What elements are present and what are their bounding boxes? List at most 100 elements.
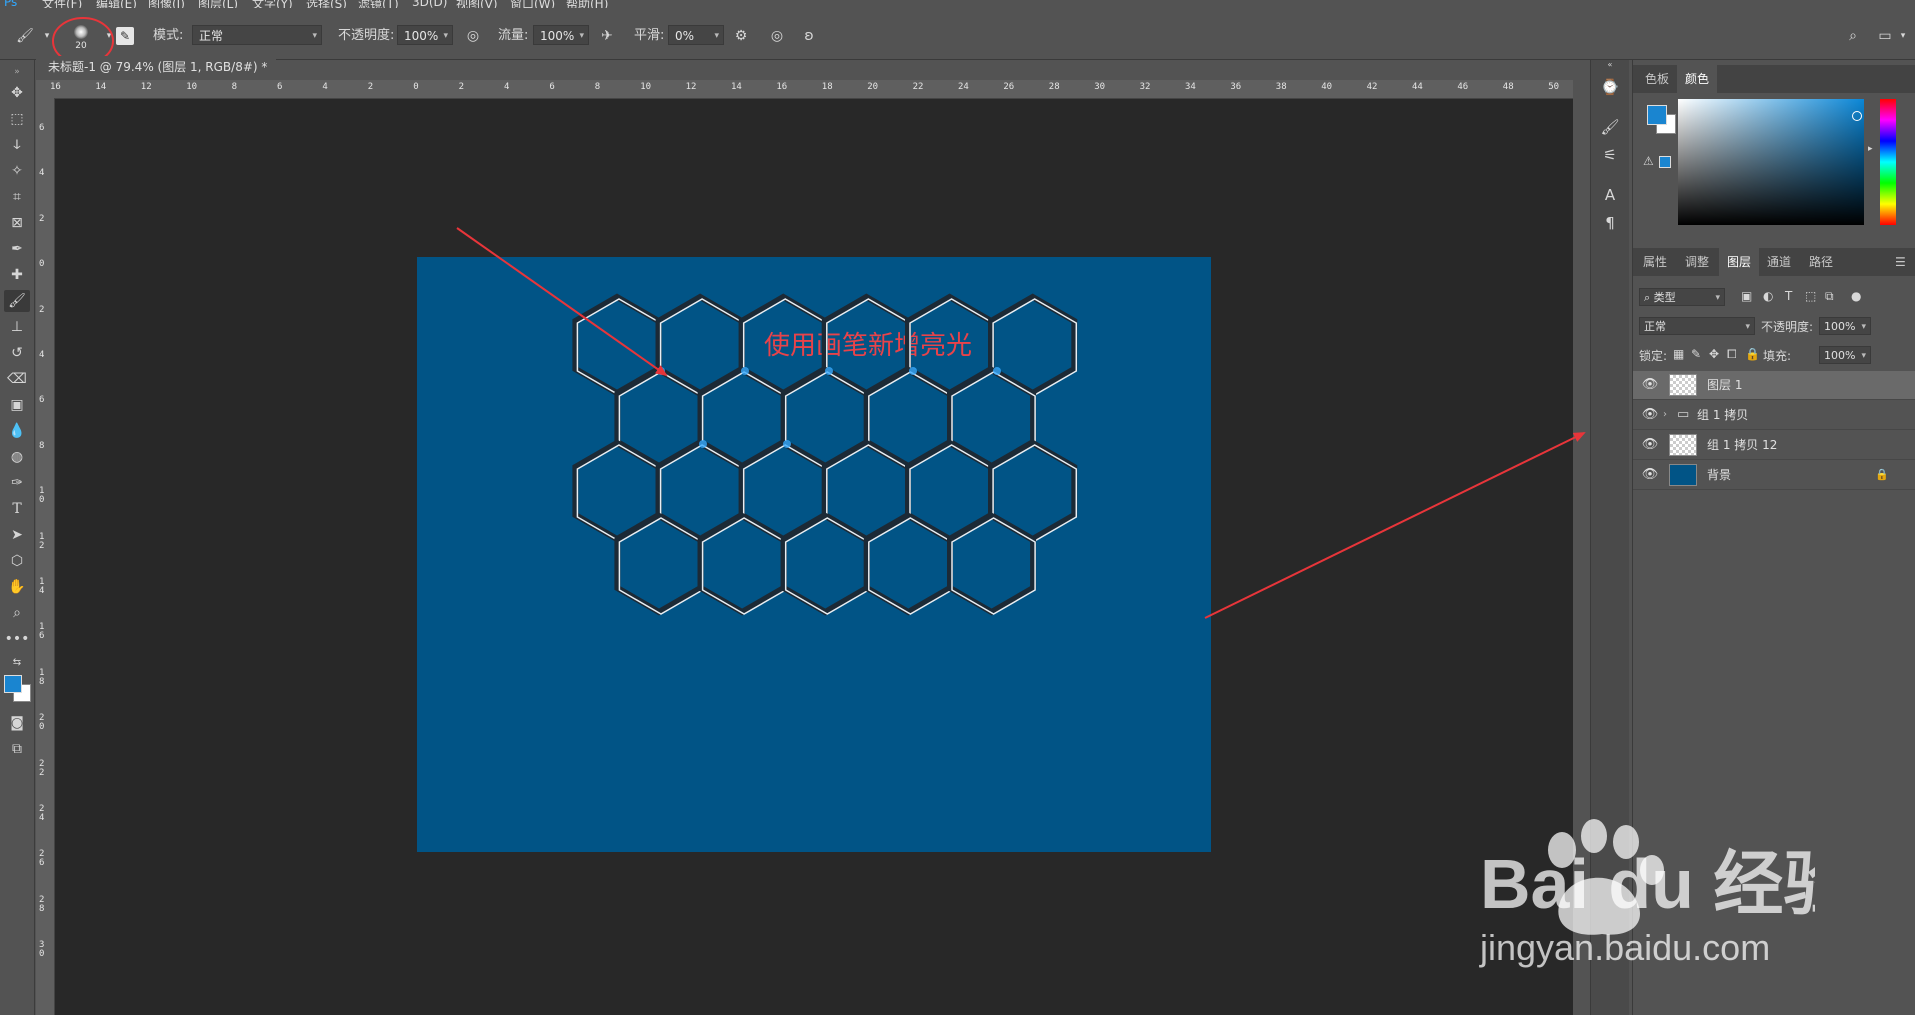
screen-mode-icon[interactable]: ⧉ <box>4 738 30 760</box>
adjustments-panel-icon[interactable]: ⚟ <box>1599 144 1621 166</box>
marquee-tool-icon[interactable]: ⬚ <box>4 108 30 130</box>
panel-menu-icon[interactable]: ☰ <box>1887 248 1914 276</box>
brush-tool-icon[interactable]: 🖌 <box>4 290 30 312</box>
crop-tool-icon[interactable]: ⌗ <box>4 186 30 208</box>
layer-row-group-copy[interactable]: 👁 › ▭ 组 1 拷贝 <box>1633 401 1915 430</box>
swap-colors-icon[interactable]: ⇆ <box>4 652 30 674</box>
opacity-label: 不透明度: <box>338 28 395 43</box>
lasso-tool-icon[interactable]: ↆ <box>4 134 30 156</box>
fill-input[interactable]: 100% ▾ <box>1819 346 1871 364</box>
filter-pixel-icon[interactable]: ▣ <box>1741 289 1752 303</box>
search-icon[interactable]: ⌕ <box>1842 25 1864 47</box>
eyedropper-tool-icon[interactable]: ✒ <box>4 238 30 260</box>
quick-mask-icon[interactable]: ◙ <box>4 712 30 734</box>
mode-select[interactable]: 正常 ▾ <box>192 25 322 45</box>
tab-swatches[interactable]: 色板 <box>1637 65 1677 93</box>
menu-view[interactable]: 视图(V) <box>456 0 498 8</box>
frame-tool-icon[interactable]: ⊠ <box>4 212 30 234</box>
foreground-color-swatch[interactable] <box>4 675 22 693</box>
lock-artboard-icon[interactable]: ⧠ <box>1727 347 1737 362</box>
smoothing-input[interactable]: 0% ▾ <box>668 25 724 45</box>
chevron-down-icon[interactable]: ▾ <box>1892 25 1914 47</box>
color-panel-foreground-swatch[interactable] <box>1647 105 1667 125</box>
menu-file[interactable]: 文件(F) <box>42 0 82 8</box>
eye-icon[interactable]: 👁 <box>1640 371 1660 399</box>
brushes-panel-icon[interactable]: 🖌 <box>1599 116 1621 138</box>
eye-icon[interactable]: 👁 <box>1640 401 1660 429</box>
symmetry-icon[interactable]: ʚ <box>798 25 820 47</box>
menu-edit[interactable]: 编辑(E) <box>96 0 137 8</box>
more-tools-icon[interactable]: ••• <box>4 628 30 650</box>
airbrush-icon[interactable]: ✈ <box>596 25 618 47</box>
color-picker-marker[interactable] <box>1852 111 1862 121</box>
color-picker-field[interactable] <box>1678 99 1864 225</box>
tab-paths[interactable]: 路径 <box>1801 248 1841 276</box>
hand-tool-icon[interactable]: ✋ <box>4 576 30 598</box>
menu-select[interactable]: 选择(S) <box>306 0 347 8</box>
history-panel-icon[interactable]: ⌚ <box>1599 76 1621 98</box>
document-tab[interactable]: 未标题-1 @ 79.4% (图层 1, RGB/8#) * × <box>36 56 276 96</box>
pressure-opacity-icon[interactable]: ◎ <box>462 25 484 47</box>
gear-icon[interactable]: ⚙ <box>730 25 752 47</box>
lock-position-icon[interactable]: ✥ <box>1709 347 1719 361</box>
clone-stamp-tool-icon[interactable]: ⊥ <box>4 316 30 338</box>
tab-channels[interactable]: 通道 <box>1759 248 1799 276</box>
collapse-dock-icon[interactable]: « <box>1599 54 1621 76</box>
document-canvas[interactable]: 使用画笔新增亮光 <box>417 257 1211 852</box>
menu-window[interactable]: 窗口(W) <box>510 0 555 8</box>
filter-adjustment-icon[interactable]: ◐ <box>1763 289 1773 303</box>
pressure-size-icon[interactable]: ◎ <box>766 25 788 47</box>
hue-slider[interactable] <box>1880 99 1896 225</box>
gamut-color-swatch[interactable] <box>1659 156 1671 168</box>
layer-row-layer-1[interactable]: 👁 图层 1 <box>1633 371 1915 400</box>
lock-all-icon[interactable]: 🔒 <box>1745 347 1760 361</box>
layer-row-background[interactable]: 👁 背景 🔒 <box>1633 461 1915 490</box>
blur-tool-icon[interactable]: 💧 <box>4 420 30 442</box>
paragraph-panel-icon[interactable]: ¶ <box>1599 212 1621 234</box>
magic-wand-tool-icon[interactable]: ✧ <box>4 160 30 182</box>
menu-3d[interactable]: 3D(D) <box>412 0 447 8</box>
blend-mode-select[interactable]: 正常 ▾ <box>1639 317 1755 335</box>
tab-adjustments[interactable]: 调整 <box>1677 248 1717 276</box>
eye-icon[interactable]: 👁 <box>1640 431 1660 459</box>
collapse-toolbar-icon[interactable]: » <box>4 61 30 83</box>
tab-color[interactable]: 颜色 <box>1677 65 1718 93</box>
eraser-tool-icon[interactable]: ⌫ <box>4 368 30 390</box>
brush-tool-preset-icon[interactable]: 🖌 <box>14 25 36 47</box>
path-selection-tool-icon[interactable]: ➤ <box>4 524 30 546</box>
opacity-input[interactable]: 100% ▾ <box>397 25 453 45</box>
chevron-right-icon[interactable]: › <box>1663 401 1667 429</box>
pen-tool-icon[interactable]: ✑ <box>4 472 30 494</box>
layer-row-group-copy-12[interactable]: 👁 组 1 拷贝 12 <box>1633 431 1915 460</box>
lock-image-pixels-icon[interactable]: ✎ <box>1691 347 1701 361</box>
tab-layers[interactable]: 图层 <box>1719 248 1760 276</box>
filter-smart-object-icon[interactable]: ⧉ <box>1825 289 1834 304</box>
filter-toggle-icon[interactable]: ● <box>1851 289 1861 303</box>
tab-properties[interactable]: 属性 <box>1635 248 1675 276</box>
character-panel-icon[interactable]: A <box>1599 184 1621 206</box>
move-tool-icon[interactable]: ✥ <box>4 82 30 104</box>
gradient-tool-icon[interactable]: ▣ <box>4 394 30 416</box>
type-tool-icon[interactable]: T <box>4 498 30 520</box>
dodge-tool-icon[interactable]: ◍ <box>4 446 30 468</box>
ruler-tick-label: 32 <box>1139 82 1151 92</box>
layer-filter-select[interactable]: ⌕ 类型 ▾ <box>1639 288 1725 306</box>
filter-shape-icon[interactable]: ⬚ <box>1805 289 1816 303</box>
menu-layer[interactable]: 图层(L) <box>198 0 238 8</box>
ruler-tick-label: 8 <box>39 440 45 451</box>
healing-brush-tool-icon[interactable]: ✚ <box>4 264 30 286</box>
layer-opacity-input[interactable]: 100% ▾ <box>1819 317 1871 335</box>
flow-input[interactable]: 100% ▾ <box>533 25 589 45</box>
eye-icon[interactable]: 👁 <box>1640 461 1660 489</box>
filter-type-icon[interactable]: T <box>1785 289 1792 303</box>
menu-type[interactable]: 文字(Y) <box>252 0 293 8</box>
shape-tool-icon[interactable]: ⬡ <box>4 550 30 572</box>
history-brush-tool-icon[interactable]: ↺ <box>4 342 30 364</box>
zoom-tool-icon[interactable]: ⌕ <box>4 602 30 624</box>
hue-slider-arrow-icon[interactable]: ▸ <box>1868 144 1873 154</box>
out-of-gamut-warning-icon[interactable]: ⚠ <box>1643 154 1654 168</box>
menu-help[interactable]: 帮助(H) <box>566 0 608 8</box>
menu-image[interactable]: 图像(I) <box>148 0 185 8</box>
lock-transparent-pixels-icon[interactable]: ▦ <box>1673 347 1684 361</box>
menu-filter[interactable]: 滤镜(T) <box>358 0 399 8</box>
